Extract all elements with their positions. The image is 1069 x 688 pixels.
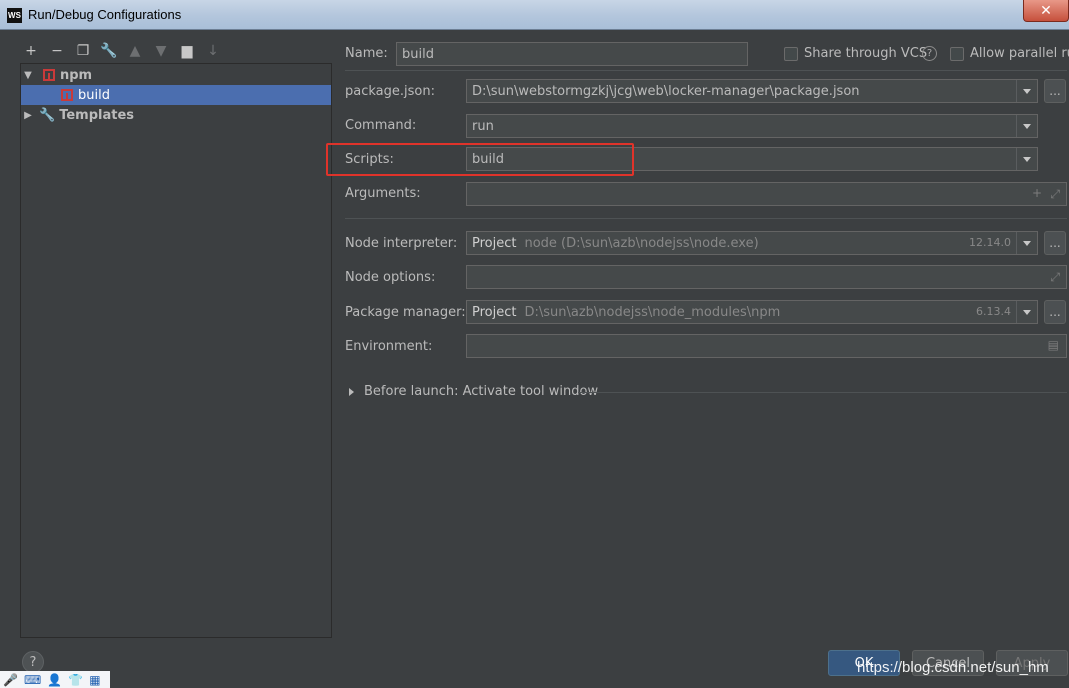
help-button[interactable]: ?: [22, 651, 44, 673]
user-icon[interactable]: 👤: [47, 673, 62, 687]
package-manager-path: D:\sun\azb\nodejss\node_modules\npm: [524, 304, 781, 320]
chevron-right-icon[interactable]: ▶: [21, 110, 35, 121]
tree-item-label: Templates: [59, 107, 134, 123]
package-json-label: package.json:: [345, 84, 435, 99]
watermark: https://blog.csdn.net/sun_hm: [857, 659, 1049, 676]
allow-parallel-checkbox[interactable]: [950, 47, 964, 61]
title-bar: WS Run/Debug Configurations ✕: [0, 0, 1069, 30]
tree-item-build[interactable]: build: [21, 85, 331, 105]
grid-icon[interactable]: ▦: [89, 673, 100, 687]
divider: [345, 70, 1067, 71]
chevron-down-icon[interactable]: [1016, 115, 1037, 137]
package-manager-version: 6.13.4: [976, 305, 1011, 318]
package-manager-select[interactable]: Project D:\sun\azb\nodejss\node_modules\…: [466, 300, 1038, 324]
scripts-highlight-box: [326, 143, 634, 176]
config-toolbar: + − ❐ 🔧 ▲ ▼ ▆ ↓: [20, 40, 224, 62]
add-icon[interactable]: +: [1032, 186, 1042, 200]
shirt-icon[interactable]: 👕: [68, 673, 83, 687]
tree-item-templates[interactable]: ▶ 🔧 Templates: [21, 105, 331, 125]
browse-interpreter-button[interactable]: ...: [1044, 231, 1066, 255]
chevron-down-icon[interactable]: ▼: [21, 70, 35, 81]
config-tree: ▼ npm build ▶ 🔧 Templates: [20, 63, 332, 638]
folder-icon[interactable]: ▆: [176, 40, 198, 62]
package-json-value: D:\sun\webstormgzkj\jcg\web\locker-manag…: [472, 83, 860, 99]
node-version: 12.14.0: [969, 236, 1011, 249]
webstorm-logo-icon: WS: [7, 8, 22, 23]
document-icon[interactable]: ▤: [1048, 338, 1059, 352]
share-vcs-checkbox[interactable]: [784, 47, 798, 61]
divider: [345, 218, 1067, 219]
minus-icon[interactable]: −: [46, 40, 68, 62]
arrow-up-icon[interactable]: ▲: [124, 40, 146, 62]
node-options-label: Node options:: [345, 270, 436, 285]
tree-item-npm[interactable]: ▼ npm: [21, 65, 331, 85]
microphone-icon[interactable]: 🎤: [3, 673, 18, 687]
name-label: Name:: [345, 46, 388, 61]
plus-icon[interactable]: +: [20, 40, 42, 62]
tree-item-label: build: [78, 87, 110, 103]
wrench-icon[interactable]: 🔧: [98, 40, 120, 62]
help-icon[interactable]: ?: [922, 46, 937, 61]
node-interpreter-select[interactable]: Project node (D:\sun\azb\nodejss\node.ex…: [466, 231, 1038, 255]
browse-package-json-button[interactable]: ...: [1044, 79, 1066, 103]
npm-icon: [61, 89, 73, 101]
command-value: run: [472, 118, 494, 134]
node-interpreter-label: Node interpreter:: [345, 236, 458, 251]
wrench-icon: 🔧: [39, 107, 56, 123]
close-button[interactable]: ✕: [1023, 0, 1069, 22]
expand-icon[interactable]: ⤢: [1050, 270, 1060, 285]
environment-label: Environment:: [345, 339, 433, 354]
package-manager-project: Project: [472, 304, 517, 320]
allow-parallel-label: Allow parallel ru: [970, 46, 1069, 61]
window-title: Run/Debug Configurations: [28, 7, 182, 22]
node-interpreter-path: node (D:\sun\azb\nodejss\node.exe): [524, 235, 759, 251]
environment-input[interactable]: ▤: [466, 334, 1067, 358]
node-interpreter-project: Project: [472, 235, 517, 251]
chevron-down-icon[interactable]: [1016, 148, 1037, 170]
arguments-input[interactable]: + ⤢: [466, 182, 1067, 206]
expand-icon[interactable]: ⤢: [1050, 187, 1060, 202]
share-vcs-label: Share through VCS: [804, 46, 928, 61]
keyboard-icon[interactable]: ⌨: [24, 673, 41, 687]
copy-icon[interactable]: ❐: [72, 40, 94, 62]
node-options-input[interactable]: ⤢: [466, 265, 1067, 289]
browse-package-manager-button[interactable]: ...: [1044, 300, 1066, 324]
chevron-down-icon[interactable]: [1016, 232, 1037, 254]
before-launch-label: Before launch: Activate tool window: [364, 384, 599, 399]
chevron-right-icon: [349, 387, 354, 396]
name-input[interactable]: build: [396, 42, 748, 66]
package-manager-label: Package manager:: [345, 305, 466, 320]
npm-icon: [43, 69, 55, 81]
before-launch-toggle[interactable]: Before launch: Activate tool window: [349, 384, 598, 399]
sort-icon[interactable]: ↓: [202, 40, 224, 62]
arguments-label: Arguments:: [345, 186, 421, 201]
command-select[interactable]: run: [466, 114, 1038, 138]
divider: [578, 392, 1067, 393]
command-label: Command:: [345, 118, 417, 133]
chevron-down-icon[interactable]: [1016, 301, 1037, 323]
arrow-down-icon[interactable]: ▼: [150, 40, 172, 62]
package-json-select[interactable]: D:\sun\webstormgzkj\jcg\web\locker-manag…: [466, 79, 1038, 103]
run-debug-dialog: WS Run/Debug Configurations ✕ + − ❐ 🔧 ▲ …: [0, 0, 1069, 688]
taskbar-tray: 🎤 ⌨ 👤 👕 ▦: [0, 671, 110, 688]
tree-item-label: npm: [60, 67, 93, 83]
chevron-down-icon[interactable]: [1016, 80, 1037, 102]
